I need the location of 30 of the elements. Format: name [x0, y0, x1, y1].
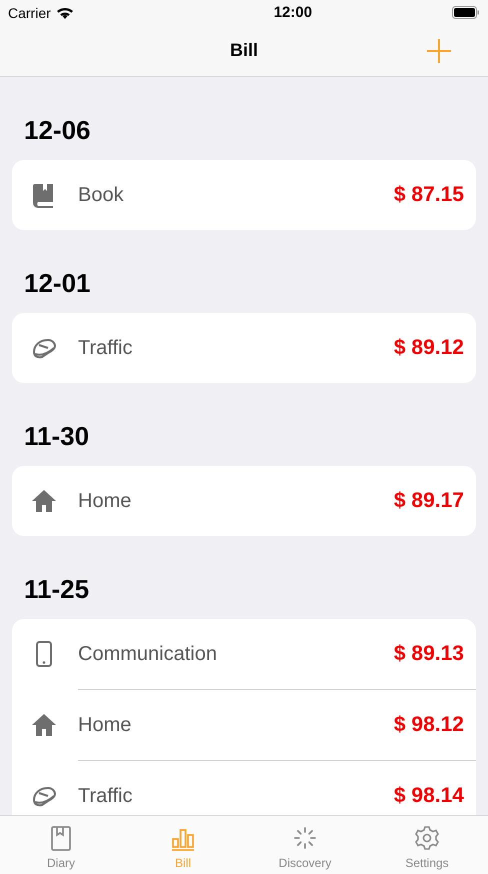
amount-label: $ 98.12 — [394, 713, 464, 737]
tab-item[interactable]: Settings — [366, 816, 488, 874]
amount-label: $ 89.17 — [394, 489, 464, 513]
category-label: Communication — [78, 642, 218, 666]
carrier-label: Carrier — [8, 4, 51, 20]
date-heading: 12-06 — [24, 115, 92, 145]
tab-item[interactable]: Discovery — [244, 816, 366, 874]
amount-label: $ 87.15 — [394, 183, 464, 207]
date-heading: 12-01 — [24, 268, 92, 298]
amount-label: $ 89.13 — [394, 642, 464, 666]
amount-label: $ 98.14 — [394, 784, 464, 808]
clock-time: 12:00 — [274, 4, 312, 21]
house-icon — [30, 711, 58, 739]
wifi-icon — [56, 6, 74, 19]
spinner-icon — [291, 824, 319, 852]
date-heading: 11-30 — [24, 421, 90, 451]
date-heading: 11-25 — [24, 574, 90, 604]
category-label: Traffic — [78, 784, 134, 808]
category-label: Home — [78, 490, 132, 512]
category-label: Traffic — [78, 336, 134, 360]
amount-label: $ 89.12 — [394, 336, 464, 360]
tab-item[interactable]: Bill — [122, 816, 244, 874]
settings-icon — [413, 824, 441, 852]
house-icon — [30, 487, 58, 515]
nav-title: Bill — [230, 40, 258, 61]
tab-item[interactable]: Diary — [0, 816, 122, 874]
category-label: Home — [78, 714, 132, 736]
category-label: Book — [78, 184, 125, 206]
add-button[interactable] — [426, 38, 452, 64]
battery-icon — [452, 6, 480, 19]
